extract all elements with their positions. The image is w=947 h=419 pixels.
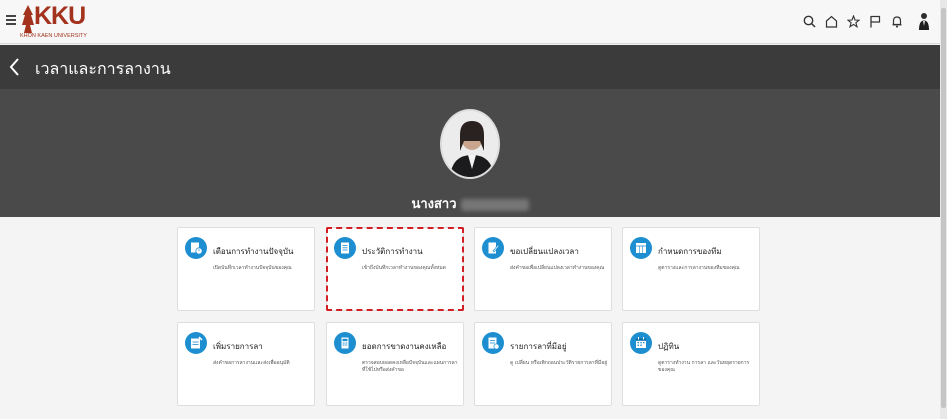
- tile-title: รายการลาที่มีอยู่: [510, 342, 567, 351]
- page-scrollbar[interactable]: [940, 0, 947, 419]
- tile-add-leave[interactable]: เพิ่มรายการลา ส่งคำขอการลางานและส่งเพื่อ…: [177, 322, 315, 406]
- flag-icon[interactable]: [868, 13, 882, 29]
- bell-icon[interactable]: [890, 13, 904, 29]
- tile-title: กำหนดการของทีม: [658, 247, 722, 256]
- back-chevron-icon[interactable]: [8, 57, 22, 77]
- tile-description: ดู เปลี่ยน หรือเพิกถอนประวัติรายการลาที่…: [510, 360, 608, 366]
- search-icon[interactable]: [802, 13, 816, 29]
- leave-list-icon: [482, 332, 504, 354]
- profile-banner: นางสาว: [0, 89, 940, 217]
- tile-title: เพิ่มรายการลา: [213, 342, 263, 351]
- clock-doc-icon: [185, 237, 207, 259]
- tile-description: ส่งคำขอเพื่อเปลี่ยนแปลงเวลาทำงานของคุณ: [510, 265, 605, 271]
- hamburger-menu-icon[interactable]: [6, 15, 16, 27]
- tile-existing-leave[interactable]: รายการลาที่มีอยู่ ดู เปลี่ยน หรือเพิกถอน…: [474, 322, 612, 406]
- logo-text: KKU: [34, 2, 86, 30]
- calendar-icon: [630, 332, 652, 354]
- team-schedule-icon: [630, 237, 652, 259]
- tile-title: ยอดการขาดงานคงเหลือ: [362, 342, 447, 351]
- star-icon[interactable]: [846, 13, 860, 29]
- tile-request-time-change[interactable]: ขอเปลี่ยนแปลงเวลา ส่งคำขอเพื่อเปลี่ยนแปล…: [474, 227, 612, 311]
- tile-title: ปฏิทิน: [658, 342, 680, 351]
- tile-title: ขอเปลี่ยนแปลงเวลา: [510, 247, 579, 256]
- tile-team-schedule[interactable]: กำหนดการของทีม ดูตารางและการลางานของทีมข…: [622, 227, 760, 311]
- home-icon[interactable]: [824, 13, 838, 29]
- tile-description: ตรวจสอบยอดคงเหลือปัจจุบันและแผนการลาที่ใ…: [362, 360, 458, 373]
- tile-description: ส่งคำขอการลางานและส่งเพื่ออนุมัติ: [213, 360, 290, 366]
- add-leave-icon: [185, 332, 207, 354]
- top-bar: KKU KHON KAEN UNIVERSITY: [0, 0, 940, 44]
- tile-work-history[interactable]: ประวัติการทำงาน เข้าถึงบันทึกเวลาทำงานขอ…: [326, 227, 464, 311]
- logo-subtitle: KHON KAEN UNIVERSITY: [20, 33, 87, 39]
- tile-calendar[interactable]: ปฏิทิน ดูตารางทำงาน การลา และวันหยุดรายก…: [622, 322, 760, 406]
- redacted-name: [460, 198, 529, 211]
- title-bar: เวลาและการลางาน: [0, 45, 940, 89]
- scrollbar-thumb[interactable]: [941, 8, 946, 408]
- page-title: เวลาและการลางาน: [35, 59, 171, 78]
- user-name: นางสาว: [0, 193, 940, 214]
- profile-photo: [440, 109, 500, 179]
- tiles-area: [0, 217, 940, 419]
- tile-description: ดูตารางและการลางานของทีมของคุณ: [658, 265, 740, 271]
- kku-logo[interactable]: KKU KHON KAEN UNIVERSITY: [20, 2, 90, 41]
- tile-description: ดูตารางทำงาน การลา และวันหยุดรายการของคุ…: [658, 360, 750, 373]
- tile-title: ประวัติการทำงาน: [362, 247, 423, 256]
- edit-doc-icon: [482, 237, 504, 259]
- document-icon: [334, 237, 356, 259]
- user-avatar[interactable]: [918, 12, 930, 30]
- calculator-icon: [334, 332, 356, 354]
- tile-title: เตือนการทำงานปัจจุบัน: [213, 247, 294, 256]
- user-name-prefix: นางสาว: [411, 197, 457, 212]
- tile-description: เข้าถึงบันทึกเวลาทำงานของคุณทั้งหมด: [362, 265, 446, 271]
- tile-description: เปิดบันทึกเวลาทำงานปัจจุบันของคุณ: [213, 265, 292, 271]
- tile-absence-balance[interactable]: ยอดการขาดงานคงเหลือ ตรวจสอบยอดคงเหลือปัจ…: [326, 322, 464, 406]
- tile-current-work-reminder[interactable]: เตือนการทำงานปัจจุบัน เปิดบันทึกเวลาทำงา…: [177, 227, 315, 311]
